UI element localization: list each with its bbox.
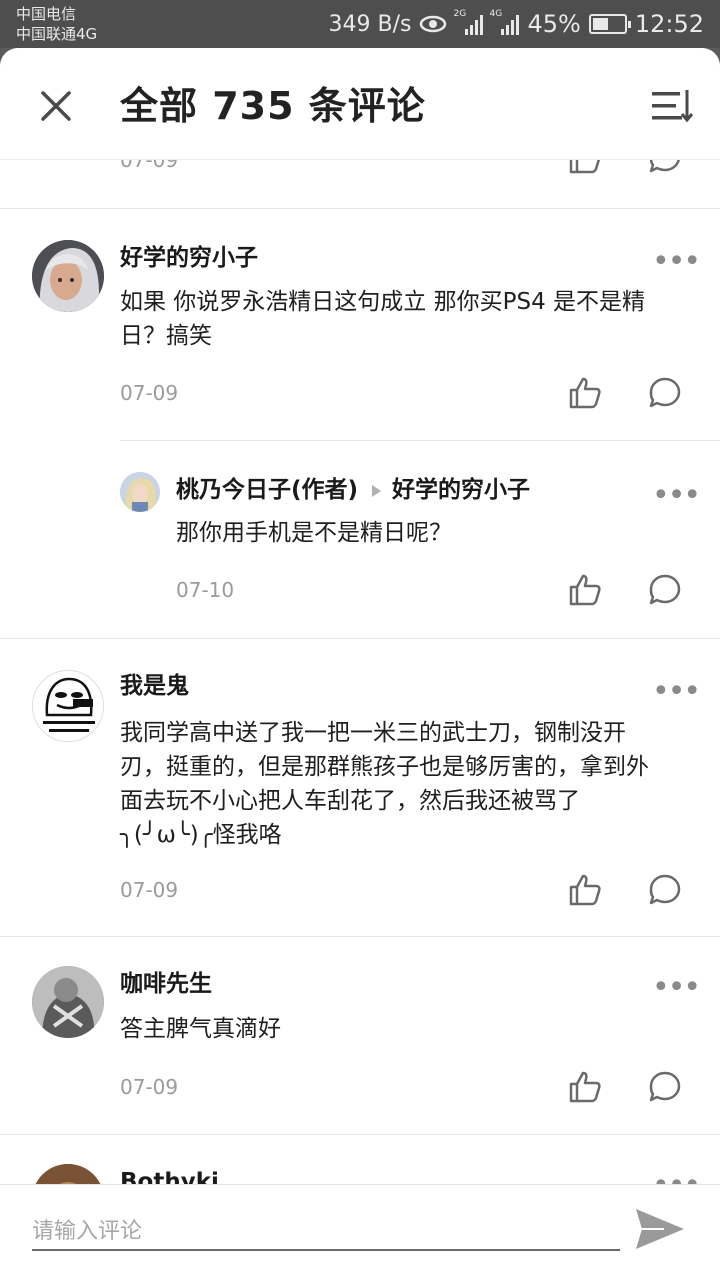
reply-icon[interactable] [647, 160, 683, 176]
more-icon[interactable]: ••• [652, 481, 701, 511]
comment-text: 答主脾气真滴好 [120, 1016, 281, 1042]
comment-author[interactable]: Bothyki [120, 1166, 219, 1184]
battery-percent: 45% [527, 10, 581, 38]
reply-arrow-icon [372, 485, 381, 497]
more-icon[interactable]: ••• [652, 247, 701, 277]
comment-author[interactable]: 好学的穷小子 [120, 242, 258, 274]
more-icon[interactable]: ••• [652, 973, 701, 1003]
avatar[interactable] [32, 240, 104, 312]
reply-icon[interactable] [647, 1069, 683, 1105]
reply-text: 那你用手机是不是精日呢？ [176, 520, 452, 546]
page-title: 全部 735 条评论 [120, 84, 426, 128]
avatar[interactable] [32, 670, 104, 742]
divider [0, 1134, 720, 1135]
carrier-info: 中国电信 中国联通4G [16, 4, 97, 44]
status-bar: 中国电信 中国联通4G 349 B/s 2G 4G 45% 12:52 [0, 0, 720, 48]
comment-list[interactable]: 07-09 好学的穷小子 ••• 如果 你说罗永浩精日这句成立 那你买PS4 是… [0, 160, 720, 1184]
carrier-2: 中国联通4G [16, 25, 98, 43]
like-icon[interactable] [567, 1069, 603, 1105]
comment-author[interactable]: 咖啡先生 [120, 968, 212, 1000]
reply-icon[interactable] [647, 572, 683, 608]
comment-text: 我同学高中送了我一把一米三的武士刀，钢制没开刃，挺重的，但是那群熊孩子也是够厉害… [120, 720, 649, 848]
divider [0, 936, 720, 937]
comment-input-bar [0, 1184, 720, 1280]
sort-icon[interactable] [650, 86, 694, 126]
signal-2-icon: 4G [489, 9, 520, 35]
more-icon[interactable]: ••• [652, 677, 701, 707]
reply-author[interactable]: 桃乃今日子(作者) [176, 474, 358, 506]
avatar[interactable] [32, 1164, 104, 1184]
eye-icon [420, 15, 447, 33]
reply-icon[interactable] [647, 872, 683, 908]
divider [0, 208, 720, 209]
reply-avatar[interactable] [120, 472, 160, 512]
comment-text: 如果 你说罗永浩精日这句成立 那你买PS4 是不是精日？搞笑 [120, 289, 646, 349]
comment-date: 07-09 [120, 1075, 179, 1099]
reply-target[interactable]: 好学的穷小子 [392, 474, 530, 506]
reply-divider [120, 440, 720, 441]
signal-1-icon: 2G [453, 9, 484, 35]
like-icon[interactable] [567, 572, 603, 608]
like-icon[interactable] [567, 872, 603, 908]
comment-date: 07-09 [120, 381, 179, 405]
like-icon[interactable] [567, 375, 603, 411]
reply-icon[interactable] [647, 375, 683, 411]
send-icon[interactable] [634, 1207, 686, 1251]
comment-input[interactable] [32, 1213, 620, 1251]
divider [0, 638, 720, 639]
reply-date: 07-10 [176, 578, 235, 602]
comment-date: 07-09 [120, 878, 179, 902]
clock: 12:52 [634, 10, 704, 38]
sheet-header: 全部 735 条评论 [0, 48, 720, 160]
comment-date: 07-09 [120, 160, 179, 172]
network-speed: 349 B/s [328, 11, 412, 37]
status-icons: 349 B/s 2G 4G 45% 12:52 [329, 8, 704, 40]
avatar[interactable] [32, 966, 104, 1038]
comments-sheet: 全部 735 条评论 07-09 好学的穷小子 ••• 如果 你说罗永浩精日这句… [0, 48, 720, 1280]
battery-icon [588, 14, 631, 34]
comment-author[interactable]: 我是鬼 [120, 670, 189, 702]
carrier-1: 中国电信 [16, 5, 77, 23]
like-icon[interactable] [567, 160, 603, 176]
more-icon[interactable]: ••• [652, 1171, 701, 1185]
close-icon[interactable] [38, 88, 74, 124]
